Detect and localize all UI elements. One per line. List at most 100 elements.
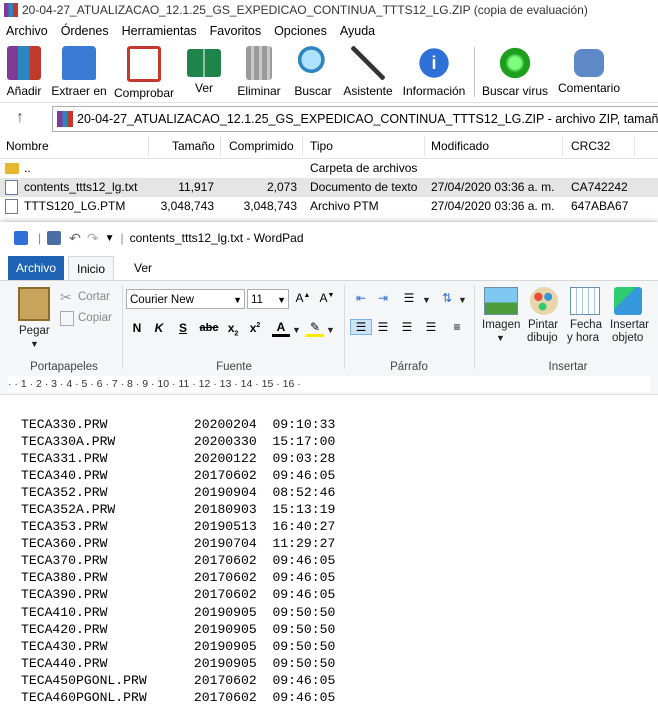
extract-label: Extraer en — [51, 84, 107, 98]
col-name[interactable]: Nombre — [6, 134, 49, 158]
group-separator — [344, 285, 345, 369]
highlight-dropdown-icon[interactable]: ▼ — [326, 325, 335, 335]
object-label-2[interactable]: objeto — [612, 332, 643, 344]
menu-ordenes[interactable]: Órdenes — [61, 24, 109, 38]
insert-object-icon[interactable] — [614, 287, 642, 315]
superscript-icon[interactable]: x2 — [246, 321, 264, 335]
paste-dropdown-icon[interactable]: ▼ — [30, 339, 39, 349]
list-dropdown-icon[interactable]: ▼ — [422, 295, 431, 305]
file-crc: 647ABA67 — [571, 199, 629, 213]
align-center-icon[interactable]: ☰ — [374, 320, 392, 334]
cut-icon[interactable]: ✂ — [60, 289, 72, 306]
document-text[interactable]: TECA330.PRW 20200204 09:10:33 TECA330A.P… — [21, 416, 335, 706]
underline-icon[interactable]: S — [174, 321, 192, 335]
ruler[interactable]: · · 1 · 2 · 3 · 4 · 5 · 6 · 7 · 8 · 9 · … — [0, 374, 658, 395]
col-divider[interactable] — [634, 136, 635, 156]
file-row-contents-txt[interactable]: contents_ttts12_lg.txt 11,917 2,073 Docu… — [0, 178, 658, 197]
col-modified[interactable]: Modificado — [431, 134, 489, 158]
menu-archivo[interactable]: Archivo — [6, 24, 48, 38]
group-font-label: Fuente — [216, 361, 252, 373]
file-row-ptm[interactable]: TTTS120_LG.PTM 3,048,743 3,048,743 Archi… — [0, 197, 658, 216]
view-button[interactable]: Ver — [178, 42, 230, 102]
shrink-font-icon[interactable]: A▼ — [318, 291, 336, 305]
grow-font-icon[interactable]: A▲ — [294, 291, 312, 305]
save-icon[interactable] — [47, 231, 62, 245]
justify-icon[interactable]: ☰ — [422, 320, 440, 334]
separator-icon: | — [120, 231, 124, 245]
cut-label[interactable]: Cortar — [78, 291, 110, 303]
add-archive-icon — [7, 46, 41, 80]
font-size-select[interactable]: 11 ▼ — [247, 289, 289, 309]
wizard-button[interactable]: Asistente — [338, 42, 398, 102]
increase-indent-icon[interactable]: ⇥ — [374, 291, 392, 305]
object-label-1[interactable]: Insertar — [610, 319, 649, 331]
copy-label[interactable]: Copiar — [78, 312, 112, 324]
comment-button[interactable]: Comentario — [551, 42, 627, 102]
undo-icon[interactable]: ↶ — [69, 230, 81, 247]
subscript-icon[interactable]: x2 — [224, 321, 242, 337]
align-right-icon[interactable]: ☰ — [398, 320, 416, 334]
wordpad-title-bar: | ↶ ↷ ▼ | contents_ttts12_lg.txt - WordP… — [0, 222, 658, 254]
test-button[interactable]: Comprobar — [110, 42, 178, 102]
virus-scan-button[interactable]: Buscar virus — [479, 42, 551, 102]
bold-icon[interactable]: N — [128, 321, 146, 335]
extract-button[interactable]: Extraer en — [48, 42, 110, 102]
col-divider[interactable] — [562, 136, 563, 156]
paint-icon[interactable] — [530, 287, 558, 315]
col-type[interactable]: Tipo — [310, 134, 333, 158]
col-divider[interactable] — [302, 136, 303, 156]
font-color-icon[interactable]: A — [272, 320, 290, 337]
menu-opciones[interactable]: Opciones — [274, 24, 327, 38]
font-color-dropdown-icon[interactable]: ▼ — [292, 325, 301, 335]
info-button[interactable]: i Información — [398, 42, 470, 102]
add-label: Añadir — [6, 84, 42, 98]
image-dropdown-icon[interactable]: ▼ — [496, 333, 505, 343]
menu-favoritos[interactable]: Favoritos — [210, 24, 261, 38]
file-name: TTTS120_LG.PTM — [24, 199, 126, 213]
col-divider[interactable] — [220, 136, 221, 156]
line-spacing-dropdown-icon[interactable]: ▼ — [458, 295, 467, 305]
tab-inicio[interactable]: Inicio — [68, 256, 115, 281]
col-divider[interactable] — [424, 136, 425, 156]
menu-ayuda[interactable]: Ayuda — [340, 24, 375, 38]
extract-folder-icon — [62, 46, 96, 80]
highlight-icon[interactable]: ✎ — [306, 320, 324, 337]
strikethrough-icon[interactable]: abc — [198, 322, 220, 334]
menu-herramientas[interactable]: Herramientas — [122, 24, 197, 38]
image-icon[interactable] — [484, 287, 518, 315]
find-button[interactable]: Buscar — [288, 42, 338, 102]
align-left-icon[interactable]: ☰ — [350, 319, 372, 335]
copy-icon[interactable] — [60, 311, 74, 326]
col-size[interactable]: Tamaño — [172, 134, 215, 158]
col-compressed[interactable]: Comprimido — [229, 134, 294, 158]
image-label[interactable]: Imagen — [482, 319, 520, 331]
delete-button[interactable]: Eliminar — [230, 42, 288, 102]
document-line: TECA340.PRW 20170602 09:46:05 — [21, 468, 336, 484]
wizard-label: Asistente — [343, 84, 393, 98]
document-area[interactable]: TECA330.PRW 20200204 09:10:33 TECA330A.P… — [0, 396, 658, 718]
tab-archivo[interactable]: Archivo — [8, 256, 65, 280]
comment-icon — [574, 49, 604, 77]
calendar-icon[interactable] — [570, 287, 600, 315]
font-family-select[interactable]: Courier New ▼ — [126, 289, 245, 309]
italic-icon[interactable]: K — [150, 321, 168, 335]
col-crc[interactable]: CRC32 — [571, 134, 610, 158]
paint-label-2[interactable]: dibujo — [527, 332, 558, 344]
col-divider[interactable] — [148, 136, 149, 156]
add-button[interactable]: Añadir — [0, 42, 48, 102]
date-label-1[interactable]: Fecha — [570, 319, 602, 331]
paragraph-settings-icon[interactable]: ≡ — [448, 320, 466, 334]
paste-label[interactable]: Pegar — [19, 325, 50, 337]
tab-ver[interactable]: Ver — [126, 256, 160, 280]
date-label-2[interactable]: y hora — [567, 332, 599, 344]
paint-label-1[interactable]: Pintar — [528, 319, 558, 331]
list-icon[interactable]: ☰ — [400, 291, 418, 305]
file-row-parent[interactable]: .. Carpeta de archivos — [0, 159, 658, 178]
decrease-indent-icon[interactable]: ⇤ — [352, 291, 370, 305]
line-spacing-icon[interactable]: ⇅ — [438, 291, 456, 305]
redo-icon[interactable]: ↷ — [87, 230, 99, 247]
address-field[interactable]: 20-04-27_ATUALIZACAO_12.1.25_GS_EXPEDICA… — [52, 106, 658, 132]
quick-access-dropdown-icon[interactable]: ▼ — [105, 233, 115, 244]
up-arrow-icon[interactable]: ↑ — [0, 109, 40, 127]
paste-icon[interactable] — [18, 287, 50, 321]
